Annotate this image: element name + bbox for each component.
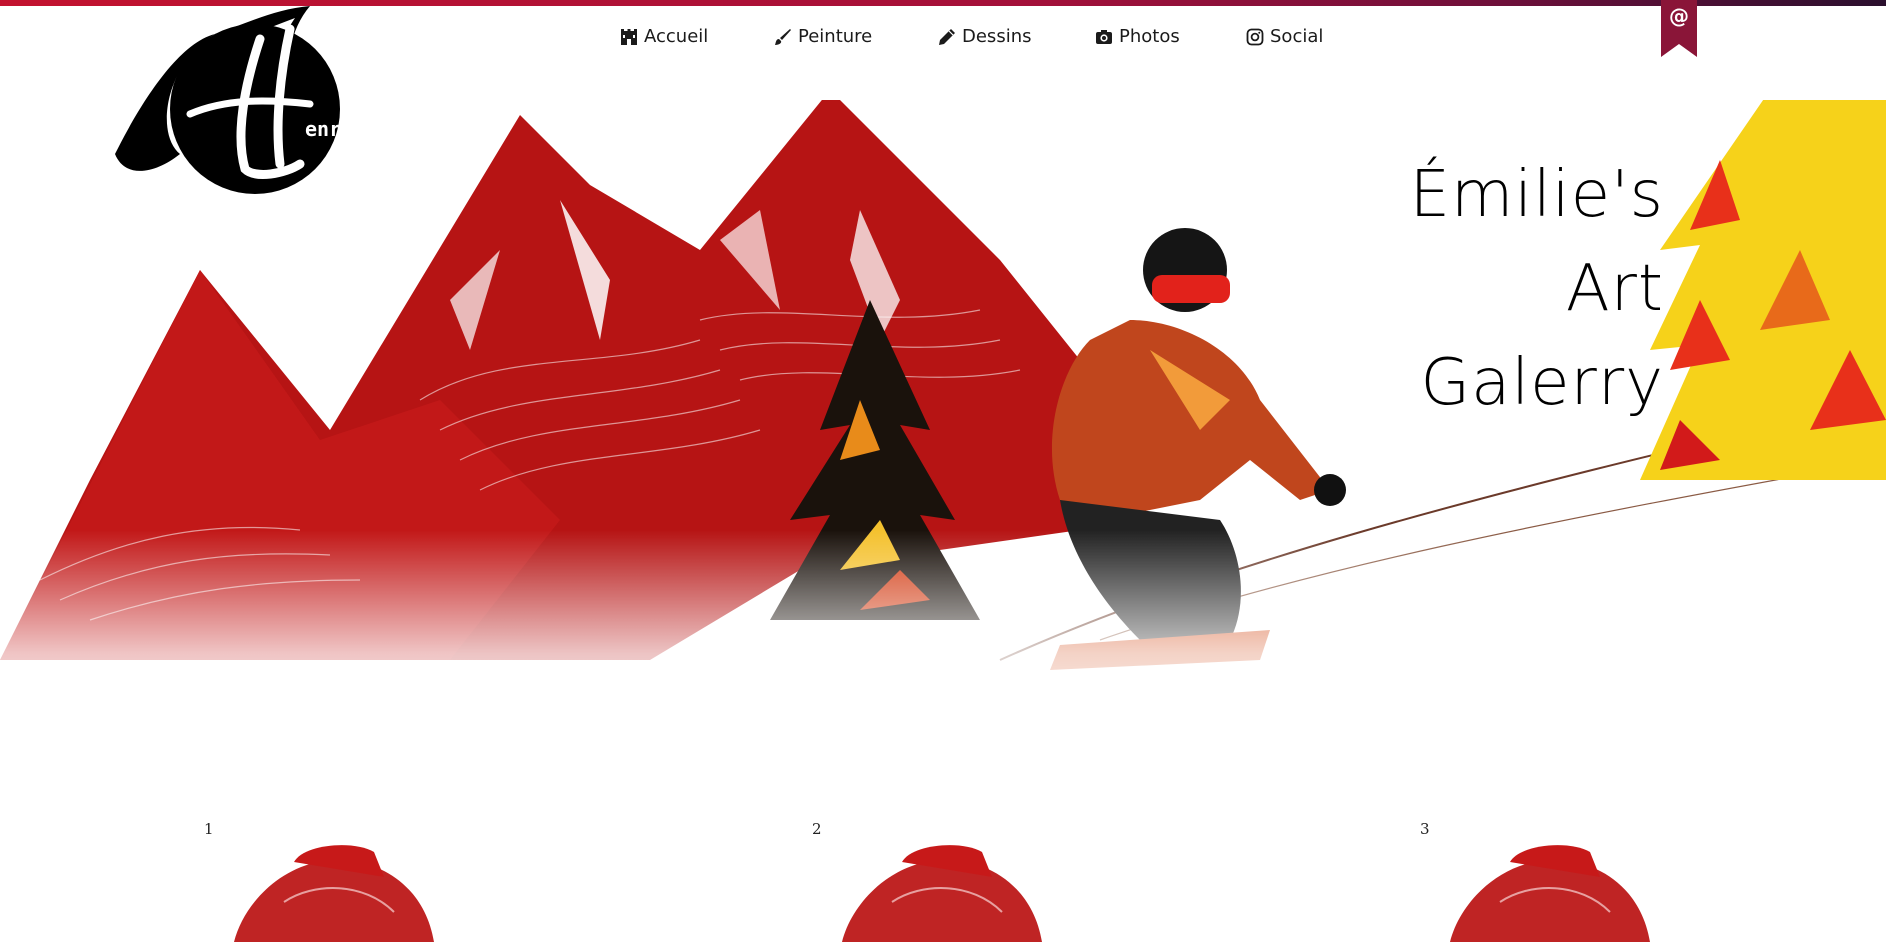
rose-thumbnail-1 [234, 845, 434, 942]
gallery-number: 1 [204, 820, 214, 838]
nav-label-photos: Photos [1119, 26, 1180, 47]
hero-fade-overlay [0, 530, 1886, 755]
gallery-item-2[interactable]: 2 [812, 820, 1112, 942]
gallery-item-1[interactable]: 1 [204, 820, 504, 942]
nav-label-peinture: Peinture [798, 26, 873, 47]
hero-title: Émilie's Art Galerry [1410, 148, 1664, 430]
hero-title-line-1: Émilie's [1409, 158, 1664, 232]
nav-item-peinture[interactable]: Peinture [774, 26, 872, 47]
pencil-icon [939, 28, 955, 45]
nav-label-dessins: Dessins [962, 26, 1032, 47]
contact-ribbon[interactable]: @ [1661, 0, 1697, 57]
instagram-icon [1246, 28, 1264, 45]
brush-icon [775, 28, 791, 45]
hero-title-line-3: Galerry [1420, 346, 1664, 420]
nav-item-accueil[interactable]: Accueil [620, 26, 708, 47]
rose-thumbnail-2 [842, 845, 1042, 942]
gallery-number: 2 [812, 820, 822, 838]
at-icon: @ [1669, 4, 1689, 28]
nav-item-photos[interactable]: Photos [1095, 26, 1180, 47]
nav-label-social: Social [1270, 26, 1324, 47]
rose-thumbnail-3 [1450, 845, 1650, 942]
castle-icon [621, 28, 637, 45]
gallery-item-3[interactable]: 3 [1420, 820, 1720, 942]
hero-title-line-2: Art [1565, 252, 1664, 326]
nav-item-social[interactable]: Social [1246, 26, 1323, 47]
nav-label-accueil: Accueil [644, 26, 709, 47]
gallery-number: 3 [1420, 820, 1430, 838]
autumn-tree-drawing [1640, 100, 1886, 480]
nav-item-dessins[interactable]: Dessins [938, 26, 1031, 47]
camera-icon [1096, 29, 1112, 44]
